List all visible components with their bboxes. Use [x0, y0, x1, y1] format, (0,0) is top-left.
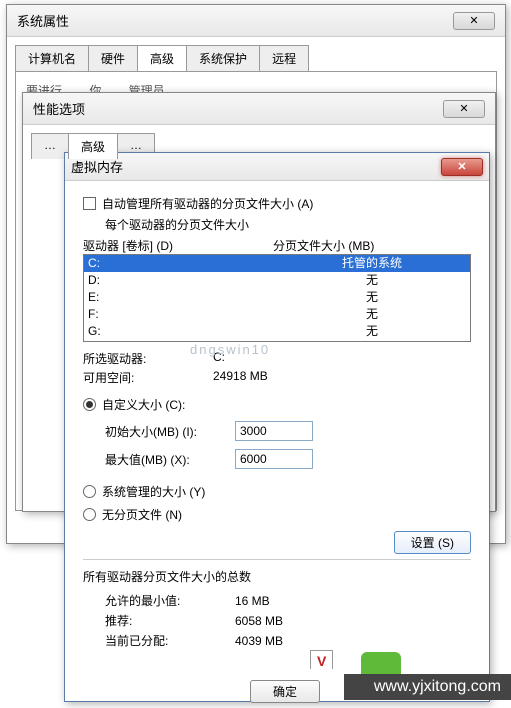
- drive-status: 无: [278, 272, 466, 289]
- tab-perf-advanced[interactable]: 高级: [68, 133, 118, 159]
- tab-computer-name[interactable]: 计算机名: [15, 45, 89, 71]
- performance-options-titlebar: 性能选项 ✕: [23, 93, 495, 125]
- auto-manage-row: 自动管理所有驱动器的分页文件大小 (A): [83, 195, 471, 212]
- red-v-marker: V: [310, 650, 333, 669]
- available-space-row: 可用空间: 24918 MB: [83, 369, 471, 386]
- drive-status: 无: [278, 323, 466, 340]
- max-size-row: 最大值(MB) (X):: [83, 449, 471, 469]
- allocated-row: 当前已分配: 4039 MB: [83, 631, 471, 651]
- col-drive-header: 驱动器 [卷标] (D): [83, 237, 273, 254]
- virtual-memory-window: 虚拟内存 ✕ 自动管理所有驱动器的分页文件大小 (A) 每个驱动器的分页文件大小…: [64, 152, 490, 702]
- custom-size-label: 自定义大小 (C):: [102, 396, 185, 413]
- drive-list-headers: 驱动器 [卷标] (D) 分页文件大小 (MB): [83, 237, 471, 254]
- virtual-memory-titlebar: 虚拟内存 ✕: [65, 153, 489, 181]
- system-managed-row: 系统管理的大小 (Y): [83, 483, 471, 500]
- drive-letter: F:: [88, 306, 278, 323]
- tab-system-protection[interactable]: 系统保护: [186, 45, 260, 71]
- auto-manage-checkbox[interactable]: [83, 197, 96, 210]
- no-paging-row: 无分页文件 (N): [83, 506, 471, 523]
- drive-status: 托管的系统: [278, 255, 466, 272]
- totals-heading: 所有驱动器分页文件大小的总数: [83, 568, 471, 585]
- allocated-value: 4039 MB: [235, 631, 283, 651]
- available-space-label: 可用空间:: [83, 369, 213, 386]
- close-icon[interactable]: ✕: [443, 100, 485, 118]
- recommended-label: 推荐:: [105, 611, 235, 631]
- drive-row-c[interactable]: C: 托管的系统: [84, 255, 470, 272]
- tab-advanced[interactable]: 高级: [137, 45, 187, 71]
- system-properties-titlebar: 系统属性 ✕: [7, 5, 505, 37]
- each-drive-label: 每个驱动器的分页文件大小: [105, 216, 471, 233]
- selected-drive-label: 所选驱动器:: [83, 350, 213, 367]
- max-size-label: 最大值(MB) (X):: [105, 451, 235, 468]
- min-allowed-label: 允许的最小值:: [105, 591, 235, 611]
- no-paging-label: 无分页文件 (N): [102, 506, 182, 523]
- drive-status: 无: [278, 289, 466, 306]
- min-allowed-value: 16 MB: [235, 591, 270, 611]
- initial-size-label: 初始大小(MB) (I):: [105, 423, 235, 440]
- allocated-label: 当前已分配:: [105, 631, 235, 651]
- set-button[interactable]: 设置 (S): [394, 531, 471, 554]
- selected-drive-value: C:: [213, 350, 225, 367]
- custom-size-radio[interactable]: [83, 398, 96, 411]
- drive-letter: E:: [88, 289, 278, 306]
- drive-letter: C:: [88, 255, 278, 272]
- drive-letter: G:: [88, 323, 278, 340]
- drive-letter: D:: [88, 272, 278, 289]
- ok-button[interactable]: 确定: [250, 680, 320, 703]
- custom-size-row: 自定义大小 (C):: [83, 396, 471, 413]
- system-managed-radio[interactable]: [83, 485, 96, 498]
- recommended-row: 推荐: 6058 MB: [83, 611, 471, 631]
- url-badge: www.yjxitong.com: [344, 674, 511, 700]
- tab-hardware[interactable]: 硬件: [88, 45, 138, 71]
- close-icon[interactable]: ✕: [441, 158, 483, 176]
- recommended-value: 6058 MB: [235, 611, 283, 631]
- close-icon[interactable]: ✕: [453, 12, 495, 30]
- selected-drive-row: 所选驱动器: C:: [83, 350, 471, 367]
- col-size-header: 分页文件大小 (MB): [273, 237, 374, 254]
- initial-size-input[interactable]: [235, 421, 313, 441]
- divider: [83, 559, 471, 560]
- tab-remote[interactable]: 远程: [259, 45, 309, 71]
- initial-size-row: 初始大小(MB) (I):: [83, 421, 471, 441]
- system-properties-tabs: 计算机名 硬件 高级 系统保护 远程: [15, 45, 497, 71]
- drive-row-d[interactable]: D: 无: [84, 272, 470, 289]
- performance-options-title: 性能选项: [33, 99, 85, 118]
- virtual-memory-body: 自动管理所有驱动器的分页文件大小 (A) 每个驱动器的分页文件大小 驱动器 [卷…: [65, 181, 489, 661]
- max-size-input[interactable]: [235, 449, 313, 469]
- system-managed-label: 系统管理的大小 (Y): [102, 483, 205, 500]
- drive-status: 无: [278, 306, 466, 323]
- auto-manage-label: 自动管理所有驱动器的分页文件大小 (A): [102, 195, 313, 212]
- min-allowed-row: 允许的最小值: 16 MB: [83, 591, 471, 611]
- drive-list[interactable]: C: 托管的系统 D: 无 E: 无 F: 无 G: 无: [83, 254, 471, 342]
- drive-row-g[interactable]: G: 无: [84, 323, 470, 340]
- virtual-memory-title: 虚拟内存: [71, 157, 123, 176]
- available-space-value: 24918 MB: [213, 369, 268, 386]
- drive-row-e[interactable]: E: 无: [84, 289, 470, 306]
- drive-row-f[interactable]: F: 无: [84, 306, 470, 323]
- system-properties-title: 系统属性: [17, 11, 69, 30]
- no-paging-radio[interactable]: [83, 508, 96, 521]
